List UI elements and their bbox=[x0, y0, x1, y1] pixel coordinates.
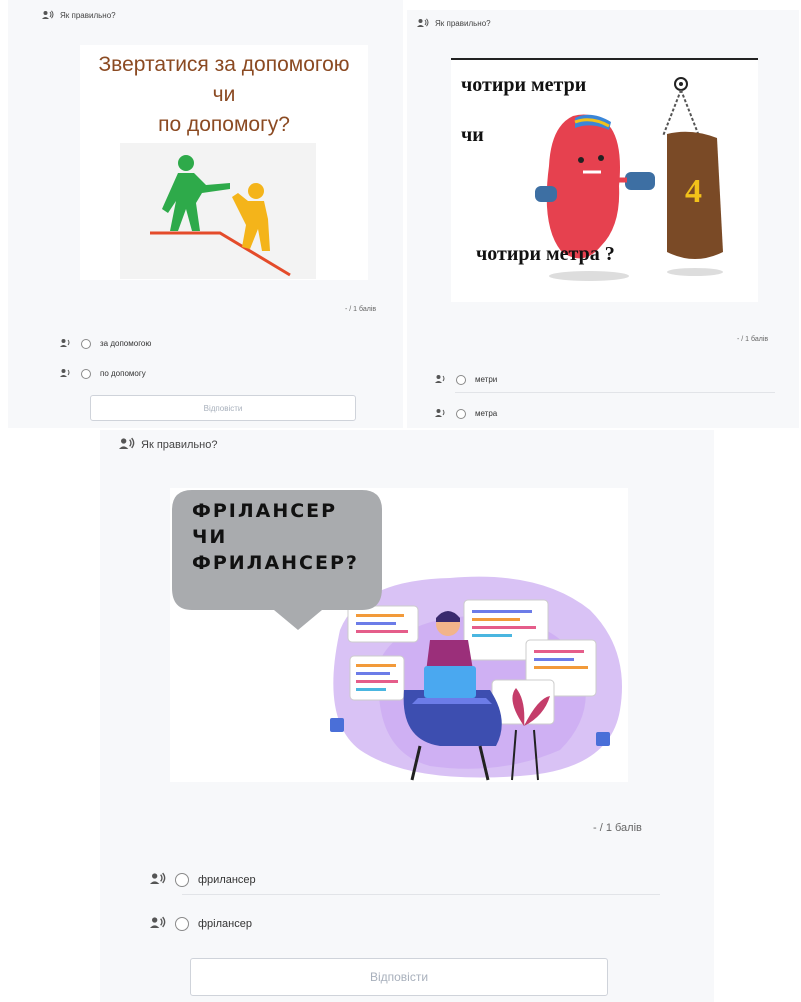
image-text-line-2: чи bbox=[461, 124, 484, 146]
helping-people-illustration bbox=[120, 143, 316, 279]
question-card-1: Як правильно? Звертатися за допомогою чи… bbox=[8, 0, 403, 428]
score-label: - / 1 балів bbox=[345, 306, 377, 313]
answer-button[interactable]: Відповісти bbox=[90, 395, 356, 421]
image-text-line-3: ФРИЛАНСЕР? bbox=[192, 552, 359, 574]
question-prompt: Як правильно? bbox=[435, 19, 491, 28]
radio-button[interactable] bbox=[81, 368, 91, 379]
image-text-line-2: ЧИ bbox=[192, 526, 228, 548]
image-text-line-1: ФРІЛАНСЕР bbox=[192, 500, 338, 522]
radio-button[interactable] bbox=[456, 408, 466, 419]
speaker-icon[interactable] bbox=[60, 368, 72, 379]
option-1[interactable]: метри bbox=[435, 374, 497, 385]
question-prompt-row: Як правильно? bbox=[417, 18, 491, 29]
option-label: фрілансер bbox=[198, 917, 252, 930]
question-prompt: Як правильно? bbox=[60, 11, 116, 20]
radio-button[interactable] bbox=[175, 872, 189, 887]
option-2[interactable]: фрілансер bbox=[150, 916, 252, 931]
answer-button[interactable]: Відповісти bbox=[190, 958, 608, 996]
speaker-icon[interactable] bbox=[435, 374, 447, 385]
option-divider bbox=[182, 894, 660, 895]
option-1[interactable]: за допомогою bbox=[60, 338, 151, 349]
option-divider bbox=[455, 392, 775, 393]
option-label: по допомогу bbox=[100, 369, 146, 378]
option-2[interactable]: метра bbox=[435, 408, 497, 419]
question-prompt: Як правильно? bbox=[141, 438, 218, 451]
option-label: фрилансер bbox=[198, 873, 256, 886]
question-image: Звертатися за допомогою чи по допомогу? bbox=[80, 45, 368, 280]
score-label: - / 1 балів bbox=[593, 822, 642, 834]
score-label: - / 1 балів bbox=[737, 336, 769, 343]
speaker-icon[interactable] bbox=[417, 18, 429, 29]
option-label: метра bbox=[475, 409, 498, 418]
image-text-line-3: чотири метра ? bbox=[476, 243, 615, 265]
option-2[interactable]: по допомогу bbox=[60, 368, 146, 379]
radio-button[interactable] bbox=[456, 374, 466, 385]
speaker-icon[interactable] bbox=[42, 10, 54, 21]
speaker-icon[interactable] bbox=[150, 872, 166, 887]
question-card-2: Як правильно? чотири метри чи 4 чотири м… bbox=[407, 10, 799, 428]
question-prompt-row: Як правильно? bbox=[42, 10, 116, 21]
image-text-line-3: по допомогу? bbox=[158, 113, 290, 136]
question-image: чотири метри чи 4 чотири метра ? bbox=[451, 58, 758, 302]
option-label: метри bbox=[475, 375, 498, 384]
speaker-icon[interactable] bbox=[119, 437, 135, 452]
bag-number: 4 bbox=[685, 173, 702, 210]
speaker-icon[interactable] bbox=[60, 338, 72, 349]
speaker-icon[interactable] bbox=[435, 408, 447, 419]
image-text-line-1: Звертатися за допомогою bbox=[98, 53, 350, 76]
option-1[interactable]: фрилансер bbox=[150, 872, 256, 887]
option-label: за допомогою bbox=[100, 339, 152, 348]
speaker-icon[interactable] bbox=[150, 916, 166, 931]
question-image: ФРІЛАНСЕР ЧИ ФРИЛАНСЕР? bbox=[170, 488, 628, 782]
radio-button[interactable] bbox=[175, 916, 189, 931]
question-prompt-row: Як правильно? bbox=[119, 437, 217, 452]
image-top-rule bbox=[451, 58, 758, 60]
image-text-line-2: чи bbox=[212, 83, 236, 106]
question-card-3: Як правильно? ФРІЛАНСЕР ЧИ ФРИЛАНСЕР? - … bbox=[100, 430, 714, 1002]
radio-button[interactable] bbox=[81, 338, 91, 349]
